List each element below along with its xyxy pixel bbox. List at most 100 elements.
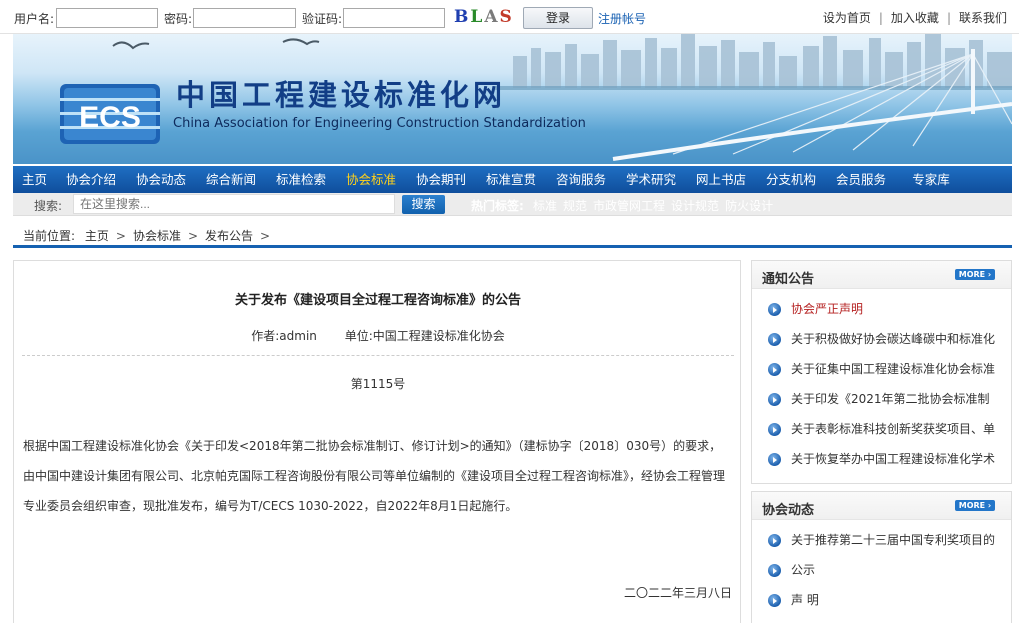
search-button[interactable]: 搜索 [402,195,445,214]
article-author: 作者:admin [251,329,317,343]
username-input[interactable] [56,8,158,28]
captcha-char: L [470,7,485,27]
more-label: MORE [958,501,986,510]
list-item[interactable]: 关于推荐第二十三届中国专利奖项目的 [752,525,1011,555]
arrow-bullet-icon [768,393,781,406]
list-item[interactable]: 声 明 [752,585,1011,615]
article-panel: 关于发布《建设项目全过程工程咨询标准》的公告 作者:admin 单位:中国工程建… [13,260,741,623]
breadcrumb-association-standards[interactable]: 协会标准 [133,229,181,243]
list-item[interactable]: 协会严正声明 [752,294,1011,324]
hot-tag[interactable]: 设计规范 [671,199,719,213]
list-item-label: 公示 [791,563,816,577]
captcha-char: B [454,7,471,27]
nav-item-general-news[interactable]: 综合新闻 [196,166,266,193]
list-item[interactable]: 关于表彰标准科技创新奖获奖项目、单 [752,414,1011,444]
divider: | [878,11,883,25]
search-bar: 搜索: 搜索 热门标签: 标准规范市政管网工程设计规范防火设计 [13,193,1012,216]
hot-tags-label: 热门标签: [471,199,524,213]
arrow-bullet-icon [768,564,781,577]
nav-item-home[interactable]: 主页 [13,166,56,193]
list-item-label: 关于征集中国工程建设标准化协会标准 [791,362,996,376]
nav-item-standard-search[interactable]: 标准检索 [266,166,336,193]
hot-tag[interactable]: 标准 [533,199,557,213]
top-links: 设为首页 | 加入收藏 | 联系我们 [823,9,1007,26]
contact-link[interactable]: 联系我们 [959,11,1007,25]
list-item[interactable]: 关于征集中国工程建设标准化协会标准 [752,354,1011,384]
article-paragraph-line: 由中国中建设计集团有限公司、北京帕克国际工程咨询股份有限公司等单位编制的《建设项… [23,469,726,483]
add-favorite-link[interactable]: 加入收藏 [891,11,939,25]
nav-item-association-standards[interactable]: 协会标准 [336,166,406,193]
notices-more-button[interactable]: MORE › [955,269,995,280]
hot-tag[interactable]: 防火设计 [725,199,773,213]
list-item[interactable]: 关于积极做好协会碳达峰碳中和标准化 [752,324,1011,354]
list-item[interactable]: 公示 [752,555,1011,585]
list-item-label: 声 明 [791,593,819,607]
hot-tags: 标准 规范 市政管网工程 设计规范 防火设计 [533,197,779,214]
main-nav: 主页 协会介绍 协会动态 综合新闻 标准检索 协会标准 协会期刊 标准宣贯 咨询… [13,166,1012,193]
login-bar: 用户名: 密码: 验证码: BLAS 登录 注册帐号 设为首页 | 加入收藏 | 联系我… [0,0,1019,34]
nav-item-branches[interactable]: 分支机构 [756,166,826,193]
list-item-label: 关于积极做好协会碳达峰碳中和标准化 [791,332,996,346]
breadcrumb-separator: > [115,229,126,243]
breadcrumb-prefix: 当前位置: [23,229,76,243]
news-title: 协会动态 [762,503,815,518]
nav-item-news[interactable]: 协会动态 [126,166,196,193]
article-title: 关于发布《建设项目全过程工程咨询标准》的公告 [234,293,521,308]
search-input[interactable] [73,194,395,214]
nav-item-consulting[interactable]: 咨询服务 [546,166,616,193]
arrow-bullet-icon [768,594,781,607]
news-more-button[interactable]: MORE › [955,500,995,511]
arrow-bullet-icon [768,303,781,316]
logo-lettering: ECS [79,101,141,134]
login-button[interactable]: 登录 [523,7,593,29]
register-link[interactable]: 注册帐号 [598,10,646,27]
list-item[interactable]: 关于印发《2021年第二批协会标准制 [752,384,1011,414]
list-item-label: 关于推荐第二十三届中国专利奖项目的 [791,533,996,547]
list-item[interactable]: 关于恢复举办中国工程建设标准化学术 [752,444,1011,474]
captcha-input[interactable] [343,8,445,28]
list-item-label: 协会严正声明 [791,302,864,316]
breadcrumb-separator: > [187,229,199,243]
nav-item-bookstore[interactable]: 网上书店 [686,166,756,193]
nav-item-member-services[interactable]: 会员服务 [826,166,896,193]
hot-tag[interactable]: 市政管网工程 [593,199,665,213]
site-subtitle: China Association for Engineering Constr… [173,116,586,131]
list-item-label: 关于表彰标准科技创新奖获奖项目、单 [791,422,996,436]
captcha-image[interactable]: BLAS [454,7,516,29]
article-date: 二〇二二年三月八日 [623,586,732,600]
divider [22,355,734,356]
article-paragraph-line: 专业委员会组织审查，现批准发布，编号为T/CECS 1030-2022，自202… [23,499,518,513]
password-label: 密码: [164,12,193,26]
notices-title: 通知公告 [762,272,815,287]
captcha-char: A [484,7,500,27]
breadcrumb-home[interactable]: 主页 [85,229,109,243]
nav-item-research[interactable]: 学术研究 [616,166,686,193]
site-banner: ECS 中国工程建设标准化网 China Association for Eng… [13,34,1012,164]
article-paragraph-line: 根据中国工程建设标准化协会《关于印发<2018年第二批协会标准制订、修订计划>的… [23,439,722,453]
nav-item-standard-promotion[interactable]: 标准宣贯 [476,166,546,193]
arrow-bullet-icon [768,333,781,346]
article-body: 根据中国工程建设标准化协会《关于印发<2018年第二批协会标准制订、修订计划>的… [23,431,738,521]
breadcrumb-separator: > [260,229,271,243]
search-label: 搜索: [34,199,63,213]
site-title: 中国工程建设标准化网 [176,78,507,112]
set-homepage-link[interactable]: 设为首页 [823,11,871,25]
ecs-logo: ECS [60,84,160,144]
captcha-char: S [499,7,514,27]
captcha-label: 验证码: [302,12,343,26]
username-label: 用户名: [14,12,55,26]
article-unit: 单位:中国工程建设标准化协会 [344,329,505,343]
password-input[interactable] [193,8,296,28]
nav-item-experts[interactable]: 专家库 [896,166,966,193]
breadcrumb-announcement[interactable]: 发布公告 [205,229,253,243]
news-header: 协会动态 MORE › [752,492,1011,520]
nav-item-about[interactable]: 协会介绍 [56,166,126,193]
arrow-bullet-icon [768,534,781,547]
list-item-label: 关于印发《2021年第二批协会标准制 [791,392,990,406]
more-label: MORE [958,270,986,279]
nav-item-journal[interactable]: 协会期刊 [406,166,476,193]
divider: | [946,11,951,25]
article-meta: 作者:admin 单位:中国工程建设标准化协会 [14,327,742,344]
hot-tag[interactable]: 规范 [563,199,587,213]
notices-panel: 通知公告 MORE › 协会严正声明 关于积极做好协会碳达峰碳中和标准化 关于征… [751,260,1012,484]
